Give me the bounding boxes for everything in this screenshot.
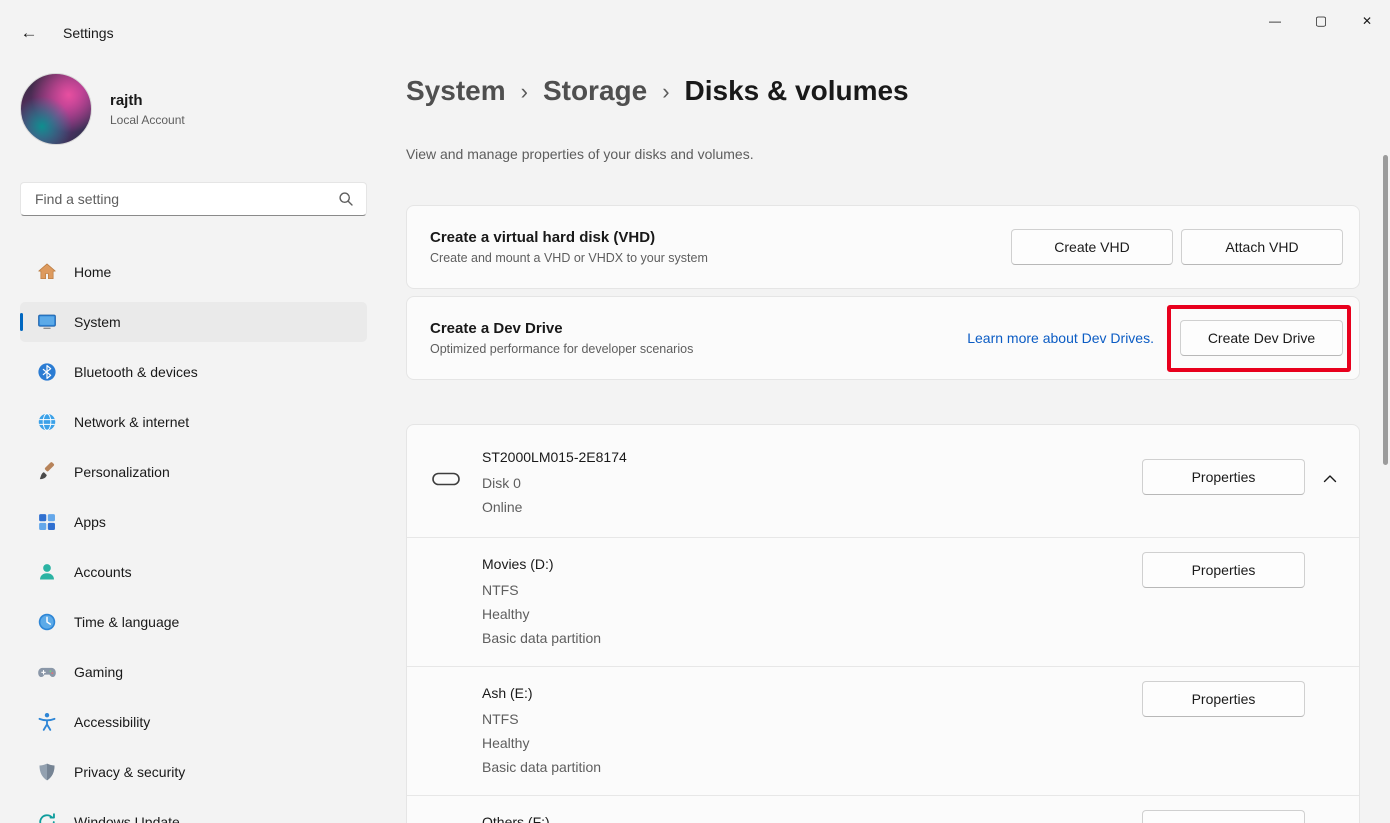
sidebar-item-privacy[interactable]: Privacy & security [20, 752, 367, 792]
volume-partition-type: Basic data partition [482, 755, 1343, 779]
volume-properties-button[interactable]: Properties [1142, 681, 1305, 717]
volume-partition-type: Basic data partition [482, 626, 1343, 650]
vhd-card: Create a virtual hard disk (VHD) Create … [406, 205, 1360, 289]
dev-drive-card: Create a Dev Drive Optimized performance… [406, 296, 1360, 380]
disk-properties-button[interactable]: Properties [1142, 459, 1305, 495]
dev-drives-learn-more-link[interactable]: Learn more about Dev Drives. [967, 330, 1154, 346]
sidebar-item-personalization[interactable]: Personalization [20, 452, 367, 492]
sidebar-item-label: System [74, 314, 121, 330]
bluetooth-icon [36, 361, 58, 383]
page-subtitle: View and manage properties of your disks… [406, 146, 754, 162]
scrollbar-thumb[interactable] [1383, 155, 1388, 465]
accessibility-icon [36, 711, 58, 733]
sidebar-item-label: Network & internet [74, 414, 189, 430]
sidebar-item-label: Time & language [74, 614, 179, 630]
time-language-icon [36, 611, 58, 633]
back-button[interactable]: ← [14, 18, 44, 48]
breadcrumb-system[interactable]: System [406, 75, 506, 107]
volume-health: Healthy [482, 602, 1343, 626]
user-account-block[interactable]: rajth Local Account [20, 73, 185, 145]
sidebar: rajth Local Account Home [0, 56, 390, 823]
vhd-card-description: Create and mount a VHD or VHDX to your s… [430, 251, 1003, 265]
attach-vhd-button[interactable]: Attach VHD [1181, 229, 1343, 265]
disk-status: Online [482, 495, 1343, 519]
sidebar-item-label: Accounts [74, 564, 132, 580]
sidebar-item-accounts[interactable]: Accounts [20, 552, 367, 592]
network-icon [36, 411, 58, 433]
dev-drive-card-description: Optimized performance for developer scen… [430, 342, 967, 356]
breadcrumb: System › Storage › Disks & volumes [406, 75, 909, 107]
sidebar-item-label: Gaming [74, 664, 123, 680]
system-icon [36, 311, 58, 333]
close-icon: ✕ [1362, 14, 1372, 28]
volume-row: Movies (D:) NTFS Healthy Basic data part… [407, 537, 1359, 666]
window-title: Settings [63, 25, 114, 41]
breadcrumb-storage[interactable]: Storage [543, 75, 647, 107]
accounts-icon [36, 561, 58, 583]
vhd-card-title: Create a virtual hard disk (VHD) [430, 229, 1003, 246]
volume-health: Healthy [482, 731, 1343, 755]
sidebar-item-bluetooth[interactable]: Bluetooth & devices [20, 352, 367, 392]
home-icon [36, 261, 58, 283]
selected-accent-bar [20, 313, 23, 331]
main-content: System › Storage › Disks & volumes View … [406, 0, 1362, 823]
avatar [20, 73, 92, 145]
user-name: rajth [110, 92, 185, 109]
volume-row: Ash (E:) NTFS Healthy Basic data partiti… [407, 666, 1359, 795]
search-input[interactable] [21, 191, 338, 207]
sidebar-item-label: Bluetooth & devices [74, 364, 198, 380]
volume-properties-button[interactable]: Properties [1142, 552, 1305, 588]
sidebar-item-network[interactable]: Network & internet [20, 402, 367, 442]
sidebar-item-time-language[interactable]: Time & language [20, 602, 367, 642]
sidebar-item-label: Apps [74, 514, 106, 530]
sidebar-item-apps[interactable]: Apps [20, 502, 367, 542]
back-arrow-icon: ← [21, 23, 38, 43]
disk-row: ST2000LM015-2E8174 Disk 0 Online Propert… [407, 425, 1359, 537]
sidebar-item-label: Home [74, 264, 111, 280]
dev-drive-card-title: Create a Dev Drive [430, 320, 967, 337]
create-vhd-button[interactable]: Create VHD [1011, 229, 1173, 265]
sidebar-nav: Home System Bluetooth & devices [20, 252, 367, 823]
sidebar-item-gaming[interactable]: Gaming [20, 652, 367, 692]
chevron-right-icon: › [521, 77, 528, 105]
page-title: Disks & volumes [685, 75, 909, 107]
gaming-icon [36, 661, 58, 683]
disk-list-card: ST2000LM015-2E8174 Disk 0 Online Propert… [406, 424, 1360, 823]
windows-update-icon [36, 811, 58, 823]
apps-icon [36, 511, 58, 533]
volume-properties-button[interactable]: Properties [1142, 810, 1305, 823]
chevron-right-icon: › [662, 77, 669, 105]
chevron-up-icon [1323, 474, 1337, 483]
sidebar-item-label: Personalization [74, 464, 170, 480]
search-box [20, 182, 367, 216]
volume-row: Others (F:) NTFS Properties [407, 795, 1359, 823]
sidebar-item-label: Accessibility [74, 714, 150, 730]
user-account-type: Local Account [110, 113, 185, 127]
sidebar-item-label: Windows Update [74, 814, 180, 823]
privacy-icon [36, 761, 58, 783]
disk-drive-icon [432, 471, 460, 492]
sidebar-item-system[interactable]: System [20, 302, 367, 342]
sidebar-item-windows-update[interactable]: Windows Update [20, 802, 367, 823]
personalization-icon [36, 461, 58, 483]
collapse-disk-button[interactable] [1315, 465, 1345, 491]
create-dev-drive-button[interactable]: Create Dev Drive [1180, 320, 1343, 356]
sidebar-item-accessibility[interactable]: Accessibility [20, 702, 367, 742]
sidebar-item-home[interactable]: Home [20, 252, 367, 292]
search-icon [338, 191, 354, 207]
sidebar-item-label: Privacy & security [74, 764, 185, 780]
